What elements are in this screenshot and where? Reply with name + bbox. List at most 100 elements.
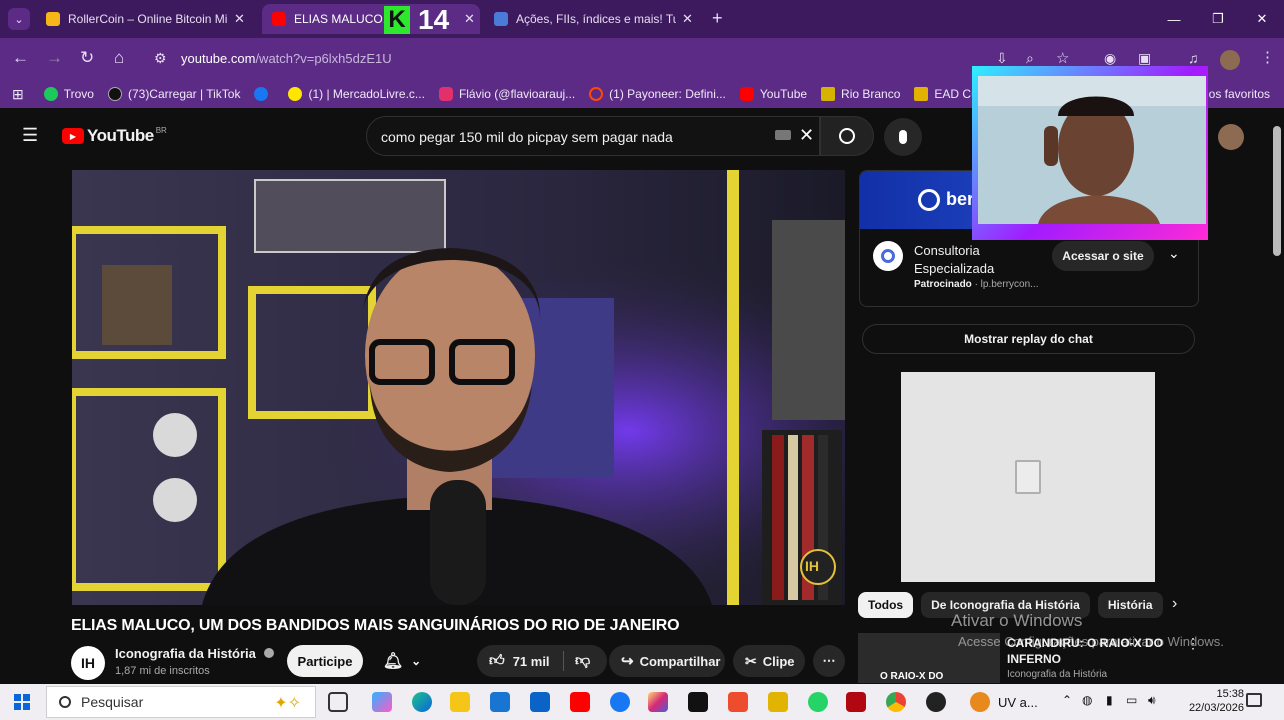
site-info-icon[interactable]: ⚙ — [154, 50, 167, 67]
show-chat-replay-button[interactable]: Mostrar replay do chat — [862, 324, 1195, 354]
webcam-feed — [978, 76, 1206, 224]
task-view-icon[interactable] — [328, 692, 348, 712]
reload-icon[interactable]: ↻ — [80, 48, 94, 68]
back-icon[interactable]: ← — [12, 48, 29, 68]
ad-cta-button[interactable]: Acessar o site — [1052, 241, 1154, 271]
minimize-icon[interactable]: — — [1152, 0, 1196, 38]
tab-youtube-active[interactable]: ELIAS MALUCO, U... K 14 ✕ — [262, 4, 480, 35]
youtube-logo[interactable]: ▶ YouTube BR — [62, 126, 167, 146]
taskbar-clock[interactable]: 15:38 22/03/2026 — [1189, 687, 1244, 715]
taskbar-search-box[interactable]: Pesquisar ✦✧ — [46, 686, 316, 718]
windows-taskbar: Pesquisar ✦✧ UV a... ⌃ ◍ ▮ ▭ 🔊︎ 15:38 22… — [0, 684, 1284, 720]
more-actions-button[interactable]: ⋯ — [813, 645, 845, 677]
scrollbar-thumb[interactable] — [1273, 126, 1281, 256]
bookmark-riobranco[interactable]: Rio Branco — [821, 87, 900, 101]
file-explorer-icon[interactable] — [450, 692, 470, 712]
all-bookmarks-link[interactable]: os favoritos — [1209, 87, 1270, 101]
keyboard-icon[interactable] — [775, 130, 791, 140]
bookmark-trovo[interactable]: Trovo — [43, 87, 94, 101]
notes-app-icon[interactable] — [768, 692, 788, 712]
close-tab-icon[interactable]: ✕ — [682, 11, 693, 27]
chip-todos[interactable]: Todos — [858, 592, 914, 618]
restore-icon[interactable]: ❐ — [1196, 0, 1240, 38]
edge-icon[interactable] — [412, 692, 432, 712]
install-icon[interactable]: ⇩ — [996, 50, 1008, 67]
facebook-app-icon[interactable] — [610, 692, 630, 712]
new-tab-button[interactable]: + — [712, 8, 723, 29]
chips-next-chevron-icon[interactable]: › — [1172, 595, 1177, 613]
like-button[interactable]: 👍︎ 71 mil 👎︎ — [477, 645, 607, 677]
ad-advertiser-icon — [873, 241, 903, 271]
home-icon[interactable]: ⌂ — [114, 48, 124, 68]
store-icon[interactable] — [490, 692, 510, 712]
youtube-app-icon[interactable] — [570, 692, 590, 712]
media-icon[interactable]: ♫ — [1188, 50, 1199, 66]
microphone-icon — [899, 130, 907, 144]
extension-icon[interactable]: ◉ — [1104, 50, 1116, 67]
windows-activation-title: Ativar o Windows — [951, 611, 1083, 630]
tab-acoes[interactable]: Ações, FIIs, índices e mais! Tud... ✕ — [484, 4, 708, 34]
menu-dots-icon[interactable]: ⋮ — [1260, 48, 1275, 66]
bookmark-mercadolivre[interactable]: (1) | MercadoLivre.c... — [288, 87, 425, 101]
forward-icon[interactable]: → — [46, 48, 63, 68]
puzzle-icon[interactable]: ▣ — [1138, 50, 1151, 67]
tray-display-icon[interactable]: ▭ — [1126, 693, 1137, 707]
notification-center-icon[interactable] — [1246, 693, 1262, 707]
bookmark-label: Rio Branco — [841, 87, 901, 101]
tray-volume-icon[interactable]: 🔊︎ — [1148, 693, 1156, 708]
bookmark-instagram[interactable]: Flávio (@flavioarauj... — [438, 87, 575, 101]
tray-mic-icon[interactable]: ▮ — [1106, 693, 1113, 707]
tab-rollercoin[interactable]: RollerCoin – Online Bitcoin Mi... ✕ — [36, 4, 258, 34]
notification-bell-button[interactable]: 🔔︎ ⌄ — [371, 645, 433, 677]
payoneer-icon — [589, 87, 604, 101]
tab-search-dropdown[interactable]: ⌄ — [8, 8, 30, 30]
bookmark-star-icon[interactable]: ☆ — [1056, 49, 1069, 67]
tray-chevron-up-icon[interactable]: ⌃ — [1062, 693, 1072, 707]
obs-app-icon[interactable] — [926, 692, 946, 712]
voice-search-button[interactable] — [884, 118, 922, 156]
shopee-app-icon[interactable] — [728, 692, 748, 712]
thumbs-down-icon[interactable]: 👎︎ — [575, 652, 590, 670]
bookmark-label: Trovo — [63, 87, 94, 101]
copilot-icon[interactable] — [372, 692, 392, 712]
windows-start-icon[interactable] — [14, 694, 30, 710]
page-scrollbar[interactable] — [1270, 108, 1284, 684]
profile-avatar[interactable] — [1220, 50, 1240, 70]
netflix-app-icon[interactable] — [846, 692, 866, 712]
x-app-icon[interactable] — [688, 692, 708, 712]
trovo-icon — [43, 87, 58, 101]
hamburger-menu-icon[interactable]: ☰ — [22, 125, 38, 146]
search-button[interactable] — [820, 116, 874, 156]
whatsapp-app-icon[interactable] — [808, 692, 828, 712]
tray-network-icon[interactable]: ◍ — [1082, 693, 1092, 707]
taskbar-app-uv[interactable]: UV a... — [970, 688, 1038, 716]
bookmark-youtube[interactable]: YouTube — [739, 87, 807, 101]
outlook-icon[interactable] — [530, 692, 550, 712]
channel-avatar[interactable]: IH — [71, 646, 105, 680]
ad-meta: Patrocinado · lp.berrycon... — [914, 279, 1039, 290]
share-label: Compartilhar — [639, 653, 721, 669]
user-avatar[interactable] — [1218, 124, 1244, 150]
clear-search-icon[interactable]: ✕ — [799, 125, 814, 146]
address-bar[interactable]: youtube.com/watch?v=p6lxh5dzE1U — [181, 51, 392, 66]
bookmark-label: (1) | MercadoLivre.c... — [308, 87, 425, 101]
bookmark-tiktok[interactable]: (73)Carregar | TikTok — [107, 87, 240, 101]
chrome-app-icon[interactable] — [886, 692, 906, 712]
channel-name[interactable]: Iconografia da História — [115, 646, 274, 661]
video-player[interactable]: IH — [72, 170, 845, 605]
instagram-app-icon[interactable] — [648, 692, 668, 712]
close-window-icon[interactable]: ✕ — [1240, 0, 1284, 38]
join-button[interactable]: Participe — [287, 645, 363, 677]
apps-grid-icon[interactable]: ⊞ — [12, 86, 24, 103]
search-input[interactable]: como pegar 150 mil do picpay sem pagar n… — [366, 116, 820, 156]
share-button[interactable]: ↪ Compartilhar — [609, 645, 725, 677]
riobranco-icon — [821, 87, 836, 101]
clip-button[interactable]: ✂ Clipe — [733, 645, 805, 677]
bookmark-facebook[interactable] — [254, 87, 274, 101]
bookmark-payoneer[interactable]: (1) Payoneer: Defini... — [589, 87, 726, 101]
close-tab-icon[interactable]: ✕ — [464, 11, 475, 27]
ad-expand-chevron-icon[interactable]: ⌄ — [1168, 245, 1180, 262]
chip-historia[interactable]: História — [1097, 592, 1163, 618]
close-tab-icon[interactable]: ✕ — [234, 11, 245, 27]
zoom-icon[interactable]: ⌕ — [1026, 50, 1034, 67]
